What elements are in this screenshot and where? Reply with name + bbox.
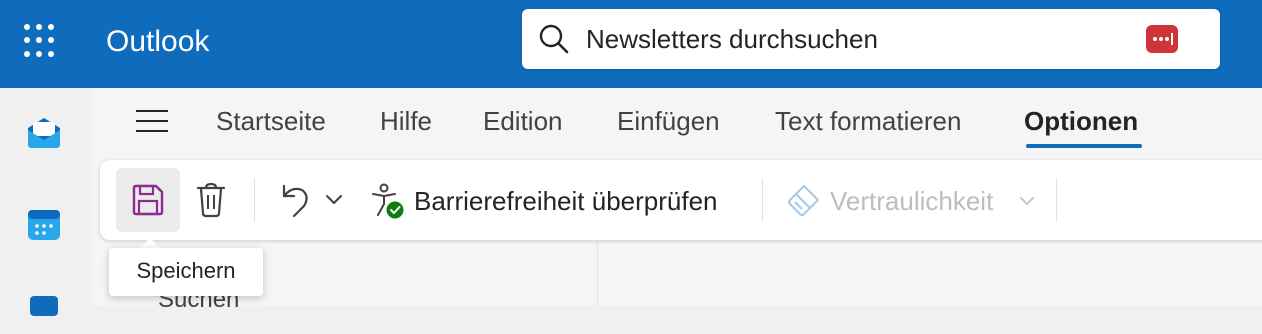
search-box[interactable] (522, 9, 1220, 69)
save-icon (132, 184, 164, 216)
tab-einfuegen[interactable]: Einfügen (617, 104, 720, 138)
search-icon (539, 24, 569, 54)
ribbon-separator (1056, 178, 1057, 222)
active-tab-indicator (1026, 144, 1142, 148)
ribbon-separator (254, 178, 255, 222)
undo-icon[interactable] (276, 180, 314, 220)
app-title[interactable]: Outlook (106, 22, 209, 62)
password-manager-icon[interactable] (1146, 25, 1178, 53)
calendar-icon[interactable] (24, 204, 64, 244)
ribbon-separator (762, 178, 763, 222)
mail-icon[interactable] (24, 112, 64, 152)
people-icon[interactable] (24, 294, 64, 334)
save-button[interactable] (116, 168, 180, 232)
menu-icon[interactable] (136, 110, 170, 134)
dots-icon (1153, 33, 1173, 45)
save-tooltip: Speichern (109, 248, 263, 296)
tab-startseite[interactable]: Startseite (216, 104, 326, 138)
tab-hilfe[interactable]: Hilfe (380, 104, 432, 138)
pane-divider (597, 240, 598, 306)
chevron-down-icon (1020, 197, 1034, 205)
tab-edition[interactable]: Edition (483, 104, 563, 138)
confidentiality-button: Vertraulichkeit (830, 186, 994, 216)
delete-icon[interactable] (192, 180, 230, 220)
sensitivity-icon (787, 184, 820, 217)
tooltip-text: Speichern (136, 258, 236, 283)
chevron-down-icon[interactable] (324, 192, 344, 208)
tooltip-arrow (140, 238, 160, 248)
accessibility-check-button[interactable]: Barrierefreiheit überprüfen (414, 184, 718, 218)
accessibility-check-icon (372, 183, 404, 219)
tab-optionen[interactable]: Optionen (1024, 104, 1138, 138)
search-input[interactable] (586, 21, 1126, 57)
tab-text-formatieren[interactable]: Text formatieren (775, 104, 961, 138)
app-launcher-icon[interactable] (24, 24, 58, 58)
